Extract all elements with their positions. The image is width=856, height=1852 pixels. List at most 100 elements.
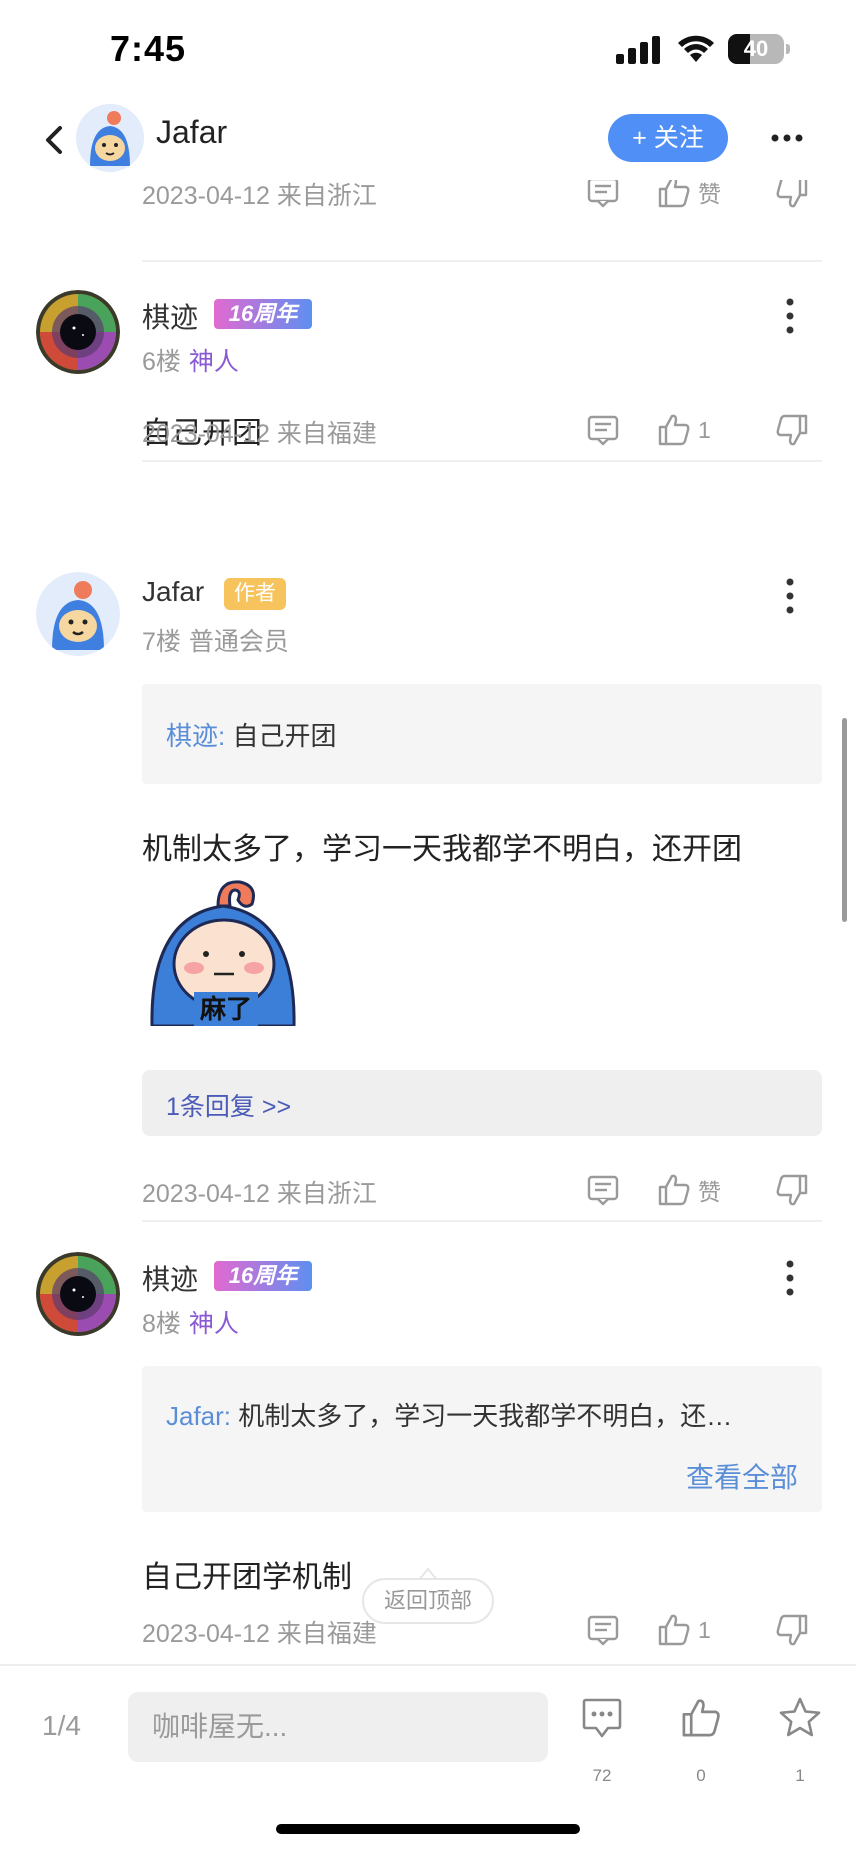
favorite-button[interactable]: 1 — [770, 1696, 830, 1792]
user-role: 神人 — [188, 348, 239, 376]
comment-icon — [582, 1698, 622, 1738]
view-all-link[interactable]: 查看全部 — [686, 1456, 798, 1496]
back-icon[interactable] — [40, 120, 68, 160]
user-role: 普通会员 — [188, 628, 289, 656]
floor-number: 7楼 — [142, 628, 181, 656]
more-vertical-icon[interactable] — [782, 1258, 798, 1298]
thumbs-up-icon — [656, 1612, 692, 1648]
reply-icon — [586, 1173, 620, 1207]
battery-icon: 40 — [728, 34, 790, 64]
galaxy-avatar-icon — [36, 1252, 120, 1336]
meta-row: 2023-04-12 来自福建 1 — [142, 400, 822, 460]
thumbs-up-icon — [656, 1172, 692, 1208]
quote-text: 机制太多了，学习一天我都学不明白，还… — [238, 1401, 733, 1431]
post-user-name[interactable]: Jafar — [142, 576, 204, 608]
thumbs-up-icon — [656, 180, 692, 210]
dislike-button[interactable] — [774, 1170, 810, 1210]
reply-icon — [586, 180, 620, 209]
date-location: 2023-04-12 来自浙江 — [142, 182, 377, 210]
status-time: 7:45 — [110, 28, 187, 69]
mascot-avatar-icon — [76, 104, 144, 172]
page-indicator[interactable]: 1/4 — [42, 1710, 81, 1742]
anniversary-badge: 16周年 — [214, 1261, 312, 1291]
sticker-caption: 麻了 — [199, 995, 252, 1025]
comment-list: 2023-04-12 来自浙江 赞 棋迹 16周年 6楼 神人 自己开团 2023… — [0, 180, 856, 1664]
user-role: 神人 — [188, 1310, 239, 1338]
quote-author[interactable]: 棋迹: — [166, 721, 225, 751]
comments-button[interactable]: 72 — [572, 1696, 632, 1792]
galaxy-avatar-icon — [36, 290, 120, 374]
reply-icon — [586, 1613, 620, 1647]
divider — [142, 260, 822, 262]
meta-row: 2023-04-12 来自浙江 赞 — [142, 1160, 822, 1220]
like-button[interactable]: 赞 — [656, 1170, 721, 1210]
thumbs-down-icon — [774, 180, 810, 210]
date-location: 2023-04-12 来自浙江 — [142, 1180, 377, 1208]
avatar[interactable] — [36, 572, 120, 656]
reply-icon — [586, 413, 620, 447]
mascot-avatar-icon — [36, 572, 120, 656]
bottom-like-button[interactable]: 0 — [671, 1696, 731, 1792]
post-body: 自己开团学机制 — [142, 1561, 352, 1594]
reply-button[interactable] — [586, 1610, 620, 1650]
avatar[interactable] — [76, 104, 144, 172]
signal-icon — [616, 36, 660, 64]
comment-count: 72 — [592, 1766, 612, 1785]
back-to-top-button[interactable]: 返回顶部 — [362, 1578, 494, 1624]
quote-line: 棋迹: 自己开团 — [166, 716, 336, 753]
post-user-name[interactable]: 棋迹 — [142, 1258, 198, 1298]
thumbs-down-icon — [774, 412, 810, 448]
dislike-button[interactable] — [774, 1610, 810, 1650]
thumbs-down-icon — [774, 1172, 810, 1208]
replies-button[interactable]: 1条回复 >> — [142, 1070, 822, 1136]
like-button[interactable]: 1 — [656, 410, 711, 450]
quote-line: Jafar: 机制太多了，学习一天我都学不明白，还… — [166, 1396, 732, 1433]
quote-text: 自己开团 — [232, 721, 337, 751]
reply-button[interactable] — [586, 410, 620, 450]
like-button[interactable]: 1 — [656, 1610, 711, 1650]
like-count: 1 — [698, 1616, 711, 1643]
avatar[interactable] — [36, 290, 120, 374]
thumbs-down-icon — [774, 1612, 810, 1648]
quote-box[interactable]: 棋迹: 自己开团 — [142, 684, 822, 784]
reply-button[interactable] — [586, 1170, 620, 1210]
wifi-icon — [678, 35, 714, 62]
post-body: 机制太多了，学习一天我都学不明白，还开团 — [142, 833, 742, 866]
thumbs-up-icon — [656, 412, 692, 448]
home-indicator — [276, 1824, 580, 1834]
follow-button[interactable]: + 关注 — [608, 114, 728, 162]
quote-author[interactable]: Jafar: — [166, 1401, 231, 1431]
anniversary-badge: 16周年 — [214, 299, 312, 329]
star-icon — [779, 1697, 821, 1737]
sticker-image[interactable]: 麻了 — [148, 876, 298, 1026]
meta-row: 2023-04-12 来自浙江 赞 — [142, 180, 822, 222]
avatar[interactable] — [36, 1252, 120, 1336]
more-horizontal-icon[interactable] — [770, 128, 804, 148]
post-user-name[interactable]: 棋迹 — [142, 296, 198, 336]
like-button[interactable]: 赞 — [656, 180, 721, 212]
like-label: 赞 — [698, 181, 721, 207]
comment-input[interactable] — [128, 1692, 548, 1762]
divider — [142, 460, 822, 462]
scrollbar[interactable] — [842, 718, 847, 922]
thumbs-up-icon — [682, 1699, 720, 1737]
divider — [142, 1220, 822, 1222]
battery-level: 40 — [743, 36, 769, 61]
date-location: 2023-04-12 来自福建 — [142, 1620, 377, 1648]
status-bar: 7:45 40 — [0, 0, 856, 100]
nav-user-name[interactable]: Jafar — [156, 114, 227, 151]
floor-info: 8楼 神人 — [142, 1304, 239, 1340]
date-location: 2023-04-12 来自福建 — [142, 420, 377, 448]
author-badge: 作者 — [224, 578, 286, 610]
like-count: 0 — [696, 1766, 706, 1785]
more-vertical-icon[interactable] — [782, 576, 798, 616]
quote-box[interactable]: Jafar: 机制太多了，学习一天我都学不明白，还… 查看全部 — [142, 1366, 822, 1512]
floor-info: 7楼 普通会员 — [142, 622, 289, 658]
dislike-button[interactable] — [774, 410, 810, 450]
like-count: 1 — [698, 416, 711, 443]
floor-info: 6楼 神人 — [142, 342, 239, 378]
dislike-button[interactable] — [774, 180, 810, 212]
reply-button[interactable] — [586, 180, 620, 212]
more-vertical-icon[interactable] — [782, 296, 798, 336]
nav-bar: Jafar + 关注 — [0, 100, 856, 180]
